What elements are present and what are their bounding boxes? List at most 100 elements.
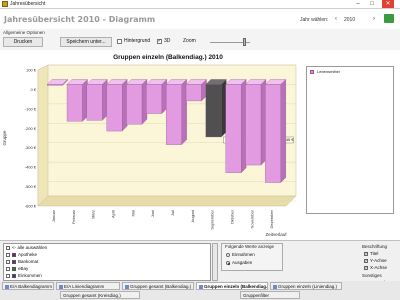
values-group-title: Folgende Werte anzeige	[225, 244, 274, 249]
chart-tabs: E/A Balkendiagramm E/A Liniendiagramm Grup…	[0, 281, 400, 300]
y-axis-checkbox-label: Y-Achse	[370, 258, 387, 263]
chart-tab[interactable]: Gruppenfilter	[240, 291, 300, 299]
chart-legend: Lebensmittel	[306, 66, 394, 214]
income-label: Einnahmen	[232, 252, 255, 257]
chart-title: Gruppen einzeln (Balkendiag.) 2010	[113, 54, 223, 61]
expense-radio[interactable]	[226, 261, 230, 265]
three-d-checkbox[interactable]	[157, 38, 162, 44]
category-row[interactable]: Apotheke	[6, 252, 37, 258]
category-checkbox[interactable]	[6, 252, 10, 257]
category-checkbox[interactable]	[6, 245, 10, 250]
legend-swatch	[310, 70, 314, 74]
expense-label: Ausgaben	[232, 260, 253, 265]
chart-tab[interactable]: Gruppen einzeln (Liniendiag.)	[270, 282, 342, 290]
chart-side-wall	[37, 64, 49, 207]
x-axis-label: Zeitverlauf	[265, 232, 287, 237]
chart-tab-icon	[199, 284, 203, 289]
x-tick-label: März	[91, 210, 96, 219]
category-label: Bankomat	[18, 259, 39, 264]
background-label: Hintergrund	[124, 38, 151, 44]
print-button[interactable]: Drucken	[3, 37, 43, 47]
bar	[106, 84, 123, 132]
app-window: Jahresübersicht – □ ✕ Jahresübersicht 20…	[0, 0, 400, 300]
bar	[86, 84, 103, 121]
y-tick-label: -300 €	[25, 145, 37, 150]
values-group: Folgende Werte anzeige Einnahmen Ausgabe…	[221, 243, 283, 271]
category-row[interactable]: Einkommen	[6, 273, 42, 279]
category-row[interactable]: Bankomat	[6, 259, 38, 265]
year-prev-button[interactable]: ‹	[332, 16, 340, 22]
year-value: 2010	[344, 17, 356, 23]
bar	[245, 84, 262, 166]
zoom-slider-thumb[interactable]	[243, 38, 246, 46]
chart-tab-icon	[273, 284, 277, 289]
y-tick-label: -600 €	[25, 204, 37, 209]
category-color-swatch	[12, 266, 16, 271]
chart-tab-icon	[125, 284, 129, 289]
app-icon	[2, 1, 8, 7]
income-radio[interactable]	[226, 253, 230, 257]
chart-tab[interactable]: E/A Liniendiagramm	[56, 282, 120, 290]
title-bar: Jahresübersicht – □ ✕	[0, 0, 400, 9]
title-checkbox[interactable]	[364, 251, 368, 257]
category-row[interactable]: <- alle auswählen	[6, 245, 47, 251]
maximize-icon[interactable]: □	[366, 0, 378, 8]
save-as-button[interactable]: Speichern unter...	[60, 37, 112, 47]
category-label: eBay	[18, 266, 29, 271]
y-tick-label: -100 €	[25, 106, 37, 111]
category-label: Apotheke	[18, 252, 38, 257]
x-tick-label: Dezember	[269, 209, 274, 228]
x-axis-checkbox[interactable]	[364, 265, 368, 271]
background-checkbox[interactable]	[117, 39, 122, 44]
x-tick-label: August	[190, 209, 195, 222]
bar	[66, 84, 83, 122]
x-tick-label: Oktober	[229, 209, 234, 224]
chart-tab-label: Gruppen gesamt (Balkendiag.)	[130, 284, 192, 289]
minimize-icon[interactable]: –	[352, 0, 364, 8]
bar	[47, 84, 63, 86]
category-color-swatch	[12, 252, 16, 257]
x-tick-label: Juni	[150, 210, 155, 217]
category-checkbox[interactable]	[6, 273, 10, 278]
year-next-button[interactable]: ›	[370, 16, 378, 22]
close-icon[interactable]: ✕	[382, 0, 394, 8]
three-d-label: 3D	[164, 38, 171, 44]
y-axis-label: Gruppe	[2, 130, 7, 146]
chart-tab[interactable]: Gruppen gesamt (Kreisdiag.)	[60, 291, 140, 299]
category-list-scrollbar[interactable]	[212, 243, 218, 281]
labels-group-title: Beschriftung	[362, 244, 388, 249]
header: Jahresübersicht 2010 - Diagramm Jahr wäh…	[0, 9, 400, 29]
category-row[interactable]: eBay	[6, 266, 28, 272]
window-title: Jahresübersicht	[10, 1, 46, 7]
chart-tab[interactable]: E/A Balkendiagramm	[2, 282, 54, 290]
category-label: <- alle auswählen	[12, 245, 48, 250]
x-tick-label: November	[249, 209, 254, 228]
y-tick-label: -400 €	[25, 165, 37, 170]
chart-tab[interactable]: Gruppen einzeln (Balkendiag.)	[196, 282, 268, 290]
category-label: Einkommen	[18, 273, 42, 278]
x-axis-checkbox-label: X-Achse	[370, 265, 388, 270]
y-axis-checkbox[interactable]	[364, 258, 368, 264]
chart-tab-icon	[59, 284, 63, 289]
chart-tab-label: Gruppen einzeln (Liniendiag.)	[278, 284, 338, 289]
category-checkbox[interactable]	[6, 259, 10, 264]
calendar-icon[interactable]	[384, 14, 394, 23]
x-tick-label: September	[210, 209, 215, 229]
other-group-title: Sonstiges	[362, 273, 382, 278]
legend-label: Lebensmittel	[317, 69, 340, 74]
chart-tab-label: Gruppen einzeln (Balkendiag.)	[204, 284, 268, 289]
bar	[146, 84, 162, 114]
chart-tab[interactable]: Gruppen gesamt (Balkendiag.)	[122, 282, 194, 290]
chart-tab-label: Gruppenfilter	[243, 293, 270, 298]
y-tick-label: -200 €	[25, 126, 37, 131]
options-section-label: Allgemeine Optionen	[3, 30, 45, 35]
category-color-swatch	[12, 259, 16, 264]
category-checkbox[interactable]	[6, 266, 10, 271]
y-tick-label: 0 €	[30, 87, 36, 92]
bar	[265, 84, 281, 183]
chart-tab-label: E/A Liniendiagramm	[64, 284, 105, 289]
zoom-label: Zoom	[183, 38, 196, 44]
category-list[interactable]: <- alle auswählen Apotheke Bankomat eBay Ein…	[3, 243, 211, 281]
year-label: Jahr wählen:	[300, 17, 329, 23]
chart-tab-icon	[5, 284, 9, 289]
